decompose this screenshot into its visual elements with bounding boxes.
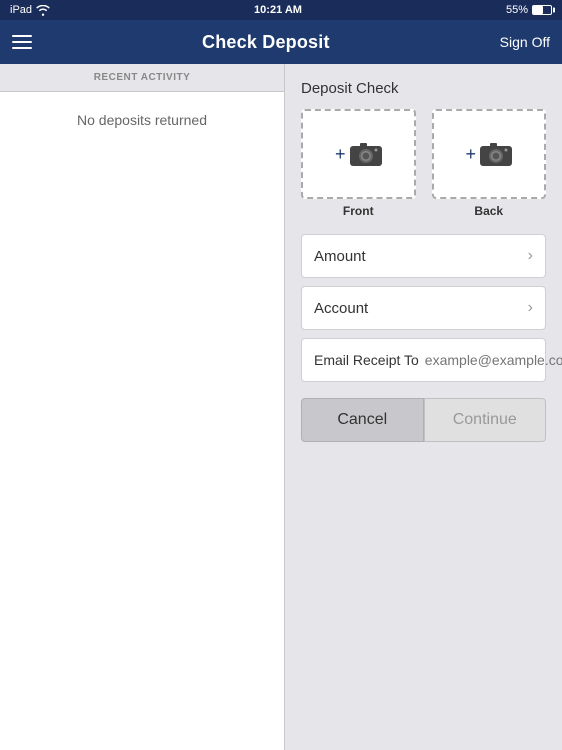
front-plus-icon: + (335, 144, 346, 165)
continue-button[interactable]: Continue (424, 398, 547, 442)
photo-row: + Front + (301, 109, 546, 218)
account-label: Account (314, 300, 368, 317)
email-receipt-label: Email Receipt To (314, 352, 419, 368)
back-photo-card: + Back (432, 109, 547, 218)
action-buttons: Cancel Continue (301, 398, 546, 442)
front-camera-icon (350, 141, 382, 167)
email-receipt-field: Email Receipt To (301, 338, 546, 382)
recent-activity-header: RECENT ACTIVITY (0, 64, 284, 92)
battery-icon (532, 5, 552, 15)
sign-off-button[interactable]: Sign Off (500, 34, 550, 50)
wifi-icon (36, 5, 50, 16)
amount-field[interactable]: Amount › (301, 234, 546, 278)
amount-chevron-icon: › (528, 247, 533, 265)
left-panel: RECENT ACTIVITY No deposits returned (0, 64, 285, 750)
right-panel: Deposit Check + Front (285, 64, 562, 750)
status-bar: iPad 10:21 AM 55% (0, 0, 562, 20)
nav-bar: Check Deposit Sign Off (0, 20, 562, 64)
front-photo-button[interactable]: + (301, 109, 416, 199)
ipad-label: iPad (10, 4, 32, 16)
no-deposits-message: No deposits returned (0, 92, 284, 750)
cancel-button[interactable]: Cancel (301, 398, 424, 442)
main-layout: RECENT ACTIVITY No deposits returned Dep… (0, 64, 562, 750)
back-photo-button[interactable]: + (432, 109, 547, 199)
back-camera-icon (480, 141, 512, 167)
battery-percent: 55% (506, 4, 528, 16)
hamburger-menu-icon[interactable] (12, 35, 32, 49)
status-time: 10:21 AM (254, 4, 302, 16)
back-plus-icon: + (465, 144, 476, 165)
email-input[interactable] (425, 352, 562, 368)
back-photo-label: Back (474, 204, 503, 218)
deposit-check-title: Deposit Check (301, 80, 546, 97)
status-right: 55% (506, 4, 552, 16)
account-field[interactable]: Account › (301, 286, 546, 330)
page-title: Check Deposit (202, 32, 330, 53)
status-left: iPad (10, 4, 50, 16)
front-photo-label: Front (343, 204, 374, 218)
amount-label: Amount (314, 248, 366, 265)
account-chevron-icon: › (528, 299, 533, 317)
front-photo-card: + Front (301, 109, 416, 218)
